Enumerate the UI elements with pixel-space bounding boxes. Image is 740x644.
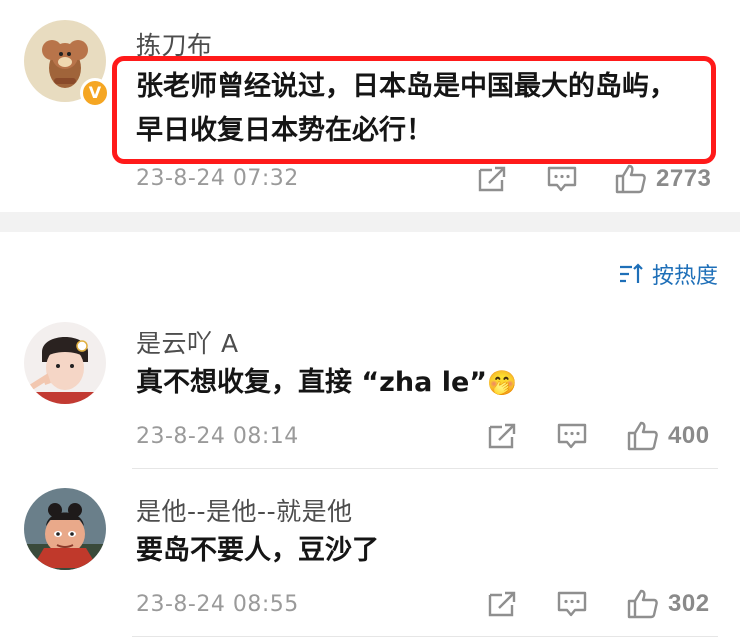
sort-label: 按热度 — [651, 264, 718, 289]
like-button[interactable]: 400 — [626, 420, 710, 452]
comment-icon — [557, 591, 587, 617]
repost-button[interactable] — [486, 421, 518, 451]
post-text-line2: 早日收复日本势在必行！ — [136, 115, 433, 146]
thumbs-up-icon — [615, 164, 646, 194]
repost-icon — [488, 591, 516, 617]
repost-icon — [488, 423, 516, 449]
thumbs-up-icon — [627, 421, 658, 451]
like-count: 2773 — [656, 165, 712, 192]
comment-button[interactable] — [546, 164, 578, 194]
post-text-line1: 张老师曾经说过，日本岛是中国最大的岛屿， — [136, 71, 676, 102]
comment-username[interactable]: 是他--是他--就是他 — [136, 492, 353, 528]
laughing-emoji: 🤭 — [487, 369, 517, 397]
thumbs-up-icon — [627, 589, 658, 619]
comment-username[interactable]: 是云吖 A — [136, 324, 239, 360]
repost-icon — [478, 166, 506, 192]
comment-divider — [132, 636, 718, 637]
comment-avatar[interactable] — [24, 322, 106, 404]
like-button[interactable]: 2773 — [614, 163, 711, 195]
comment-divider — [132, 468, 718, 469]
like-count: 302 — [668, 590, 710, 617]
verified-badge-icon: V — [80, 78, 110, 108]
comment-button[interactable] — [556, 421, 588, 451]
section-divider — [0, 212, 740, 232]
post-timestamp: 23-8-24 07:32 — [136, 166, 299, 191]
comment-button[interactable] — [556, 589, 588, 619]
comment-timestamp: 23-8-24 08:14 — [136, 424, 299, 449]
comment-text: 真不想收复，直接 “zha le”🤭 — [136, 360, 517, 406]
like-button[interactable]: 302 — [626, 588, 710, 620]
comment-text-content: 真不想收复，直接 “zha le” — [136, 367, 488, 398]
repost-button[interactable] — [476, 164, 508, 194]
like-count: 400 — [668, 422, 710, 449]
sort-by-hot-button[interactable]: 按热度 — [618, 258, 718, 290]
comment-avatar[interactable] — [24, 488, 106, 570]
comment-text: 要岛不要人，豆沙了 — [136, 535, 379, 566]
comment-icon — [547, 166, 577, 192]
comment-icon — [557, 423, 587, 449]
comment-timestamp: 23-8-24 08:55 — [136, 592, 299, 617]
repost-button[interactable] — [486, 589, 518, 619]
original-post: V 拣刀布 张老师曾经说过，日本岛是中国最大的岛屿， 早日收复日本势在必行！ 2… — [0, 0, 740, 212]
sort-icon — [619, 263, 643, 283]
